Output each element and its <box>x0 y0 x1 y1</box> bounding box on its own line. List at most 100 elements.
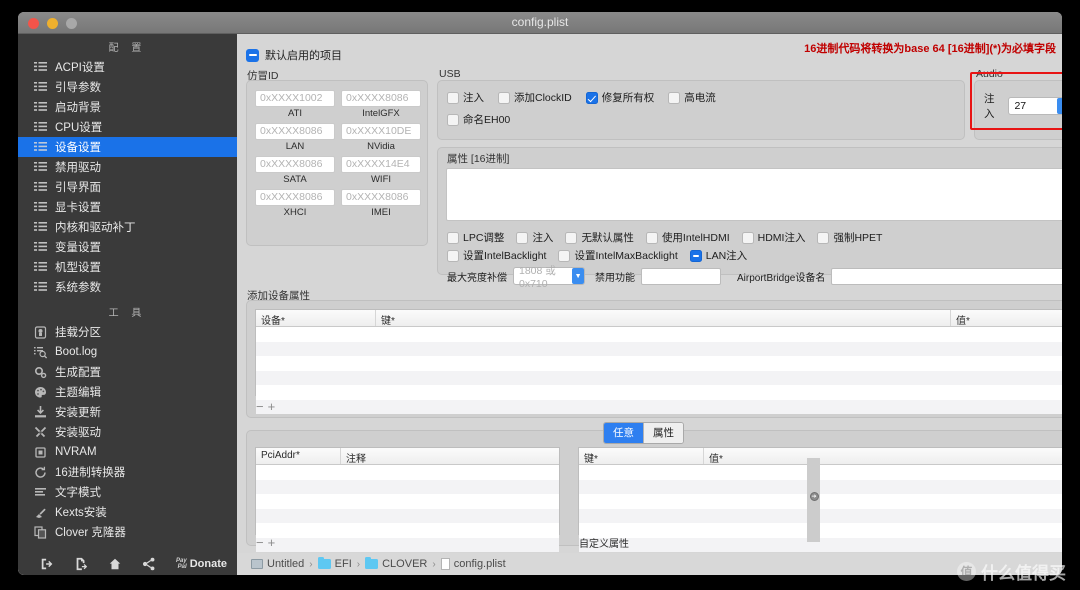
usb-checkbox-4[interactable]: 高电流 <box>668 90 716 105</box>
fakeid-input-sata[interactable]: 0xXXXX8086 <box>255 156 335 173</box>
usb-checkbox-1[interactable]: 注入 <box>447 90 484 105</box>
table-row[interactable] <box>579 494 1062 509</box>
breadcrumb-item-2[interactable]: EFI <box>317 556 352 570</box>
disable-function-input[interactable] <box>641 267 721 285</box>
checkbox-icon[interactable] <box>585 91 598 104</box>
sidebar-item-9[interactable]: 内核和驱动补丁 <box>18 217 237 237</box>
pci-table-body[interactable] <box>256 465 559 552</box>
prop-checkbox-a-1[interactable]: LPC调整 <box>447 230 504 245</box>
table-row[interactable] <box>256 508 559 523</box>
pci-table[interactable]: PciAddr* 注释 <box>255 447 560 552</box>
column-header[interactable]: 值* <box>951 310 1062 326</box>
table-row[interactable] <box>256 494 559 509</box>
chevron-down-icon[interactable]: ▼ <box>1056 98 1062 114</box>
sidebar-item-11[interactable]: 机型设置 <box>18 257 237 277</box>
bottom-tabs[interactable]: 任意 属性 <box>603 422 684 444</box>
checkbox-icon[interactable] <box>447 91 459 104</box>
tab-properties[interactable]: 属性 <box>643 423 683 443</box>
fakeid-input-wifi[interactable]: 0xXXXX14E4 <box>341 156 421 173</box>
table-row[interactable] <box>579 537 1062 552</box>
checkbox-icon[interactable] <box>741 231 754 244</box>
table-row[interactable] <box>256 465 559 480</box>
checkbox-icon[interactable] <box>558 249 571 262</box>
usb-checkbox-b-1[interactable]: 命名EH00 <box>447 112 510 127</box>
table-row[interactable] <box>256 537 559 552</box>
prop-checkbox-a-5[interactable]: HDMI注入 <box>741 230 805 245</box>
table-row[interactable] <box>579 479 1062 494</box>
keyvalue-table-body[interactable] <box>579 465 1062 552</box>
prop-checkbox-b-2[interactable]: 设置IntelMaxBacklight <box>558 248 678 263</box>
breadcrumb[interactable]: Untitled › EFI › CLOVER › config.plist <box>237 556 506 570</box>
sidebar-tool-5[interactable]: 安装更新 <box>18 402 237 422</box>
column-header[interactable]: PciAddr* <box>256 448 341 464</box>
prop-checkbox-b-3[interactable]: LAN注入 <box>689 248 747 263</box>
column-header[interactable]: 注释 <box>341 448 366 464</box>
default-enabled-header[interactable]: 默认启用的项目 <box>246 47 342 63</box>
tab-any[interactable]: 任意 <box>604 423 643 443</box>
table-row[interactable] <box>579 523 1062 538</box>
breadcrumb-item-3[interactable]: CLOVER <box>365 556 427 570</box>
sidebar-tool-10[interactable]: Kexts安装 <box>18 502 237 522</box>
sidebar-tool-8[interactable]: 16进制转换器 <box>18 462 237 482</box>
table-row[interactable] <box>256 341 1062 356</box>
checkbox-icon[interactable] <box>447 249 459 262</box>
table-row[interactable] <box>579 465 1062 480</box>
export-icon[interactable] <box>74 557 88 571</box>
breadcrumb-item-1[interactable]: Untitled <box>251 558 304 570</box>
prop-checkbox-b-1[interactable]: 设置IntelBacklight <box>447 248 546 263</box>
sidebar-tool-4[interactable]: 主题编辑 <box>18 382 237 402</box>
audio-inject-select[interactable]: 27 ▼ <box>1008 97 1062 115</box>
sidebar-tool-9[interactable]: 文字模式 <box>18 482 237 502</box>
sidebar-item-8[interactable]: 显卡设置 <box>18 197 237 217</box>
device-props-remove-button[interactable]: −+ <box>256 400 279 413</box>
airport-bridge-input[interactable] <box>831 267 1062 285</box>
device-props-body[interactable] <box>256 327 1062 414</box>
checkbox-icon[interactable] <box>516 231 529 244</box>
sidebar-tool-2[interactable]: Boot.log <box>18 342 237 362</box>
table-row[interactable] <box>256 399 1062 414</box>
breadcrumb-item-4[interactable]: config.plist <box>440 558 506 570</box>
chevron-down-icon[interactable]: ▼ <box>572 268 584 284</box>
usb-checkbox-3[interactable]: 修复所有权 <box>585 90 654 105</box>
home-icon[interactable] <box>108 557 122 571</box>
donate-button[interactable]: Pay Pal Donate <box>176 558 227 570</box>
sidebar-item-4[interactable]: CPU设置 <box>18 117 237 137</box>
table-row[interactable] <box>256 523 559 538</box>
keyvalue-table[interactable]: 键*值*禁用值类型 <box>578 447 1062 552</box>
import-icon[interactable] <box>40 557 54 571</box>
sidebar-tool-7[interactable]: NVRAM <box>18 442 237 462</box>
device-props-table[interactable]: 设备*键*值*禁用值类型 <box>255 309 1062 414</box>
share-icon[interactable] <box>142 557 156 571</box>
column-header[interactable]: 键* <box>579 448 704 464</box>
fakeid-input-imei[interactable]: 0xXXXX8086 <box>341 189 421 206</box>
collapse-minus-icon[interactable] <box>246 48 259 62</box>
sidebar-tool-1[interactable]: 挂载分区 <box>18 322 237 342</box>
sidebar-tool-6[interactable]: 安装驱动 <box>18 422 237 442</box>
usb-checkbox-2[interactable]: 添加ClockID <box>498 90 572 105</box>
checkbox-icon[interactable] <box>645 231 658 244</box>
column-header[interactable]: 值* <box>704 448 1062 464</box>
checkbox-icon[interactable] <box>447 231 459 244</box>
sidebar-item-10[interactable]: 变量设置 <box>18 237 237 257</box>
prop-checkbox-a-4[interactable]: 使用IntelHDMI <box>645 230 730 245</box>
sidebar-item-2[interactable]: 引导参数 <box>18 77 237 97</box>
checkbox-icon[interactable] <box>668 91 681 104</box>
max-backlight-select[interactable]: 1808 或 0x710 ▼ <box>513 265 585 290</box>
sidebar-tool-11[interactable]: Clover 克隆器 <box>18 522 237 542</box>
sidebar-tool-3[interactable]: 生成配置 <box>18 362 237 382</box>
prop-checkbox-a-2[interactable]: 注入 <box>516 230 553 245</box>
prop-checkbox-a-6[interactable]: 强制HPET <box>817 230 882 245</box>
fakeid-input-lan[interactable]: 0xXXXX8086 <box>255 123 335 140</box>
checkbox-icon[interactable] <box>498 91 510 104</box>
sidebar-item-12[interactable]: 系统参数 <box>18 277 237 297</box>
column-header[interactable]: 设备* <box>256 310 376 326</box>
checkbox-icon[interactable] <box>565 231 578 244</box>
fakeid-input-xhci[interactable]: 0xXXXX8086 <box>255 189 335 206</box>
table-row[interactable] <box>256 327 1062 342</box>
sidebar-item-5[interactable]: 设备设置 <box>18 137 237 157</box>
sidebar-item-1[interactable]: ACPI设置 <box>18 57 237 77</box>
sidebar-item-3[interactable]: 启动背景 <box>18 97 237 117</box>
sidebar-item-7[interactable]: 引导界面 <box>18 177 237 197</box>
checkbox-icon[interactable] <box>689 249 702 262</box>
prop-checkbox-a-3[interactable]: 无默认属性 <box>565 230 634 245</box>
